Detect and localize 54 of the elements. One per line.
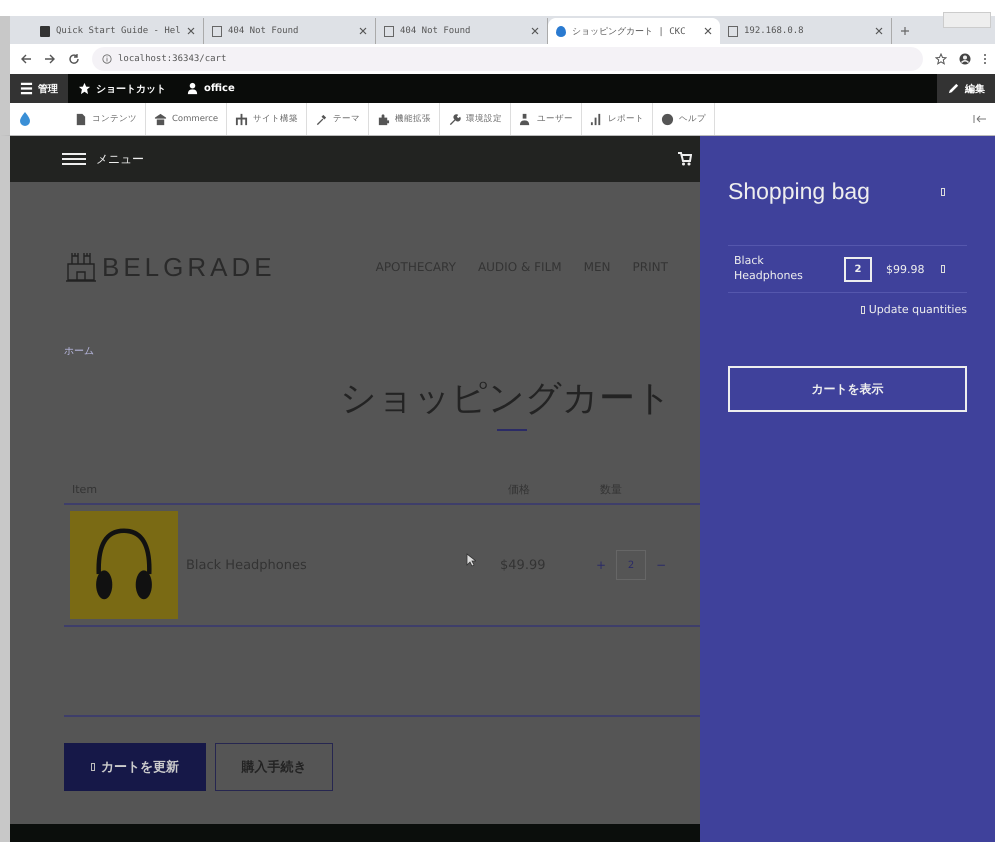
store-icon	[154, 112, 167, 126]
admin-menu-item[interactable]: ヘルプ	[653, 103, 716, 135]
mouse-cursor-icon	[466, 553, 476, 567]
star-icon	[78, 82, 91, 95]
address-bar[interactable]: localhost:36343/cart	[92, 47, 923, 71]
brush-icon	[315, 112, 328, 126]
toolbar-item[interactable]: office	[176, 74, 245, 103]
menu-button[interactable]: メニュー	[62, 150, 144, 168]
missing-glyph-icon	[91, 763, 95, 771]
update-quantities-link[interactable]: Update quantities	[860, 303, 967, 316]
forward-icon[interactable]	[44, 53, 56, 65]
menu-icon	[20, 82, 33, 95]
pencil-icon	[947, 82, 960, 95]
breadcrumb-link[interactable]: ホーム	[64, 344, 700, 358]
admin-menu-item[interactable]: Commerce	[146, 103, 228, 135]
cart-action-button[interactable]: カートを更新	[64, 743, 206, 791]
collapse-icon[interactable]	[973, 114, 987, 124]
star-icon[interactable]	[935, 53, 947, 65]
edit-button[interactable]: 編集	[937, 74, 995, 103]
reload-icon[interactable]	[68, 53, 80, 65]
cart-icon[interactable]	[678, 152, 692, 166]
more-icon[interactable]	[983, 53, 987, 65]
account-icon[interactable]	[959, 53, 971, 65]
view-cart-button[interactable]: カートを表示	[728, 366, 967, 412]
document-icon	[74, 112, 87, 126]
page-icon	[384, 26, 394, 36]
page-icon	[40, 26, 50, 36]
bag-item-name: Black Headphones	[734, 254, 804, 284]
admin-menu-item[interactable]: ユーザー	[511, 103, 582, 135]
new-tab-icon[interactable]	[900, 26, 910, 36]
drop-icon	[556, 26, 566, 36]
browser-tab[interactable]: ショッピングカート | CKC	[548, 18, 720, 44]
admin-menu-item[interactable]: コンテンツ	[66, 103, 146, 135]
wrench-icon	[448, 112, 462, 126]
bag-item-price: $99.98	[886, 262, 924, 276]
drop-logo-icon[interactable]	[18, 111, 32, 127]
sitemap-icon	[235, 112, 248, 126]
page-icon	[212, 26, 222, 36]
admin-menu-item[interactable]: 機能拡張	[369, 103, 440, 135]
quantity-field[interactable]: 2	[844, 256, 872, 282]
admin-menu-item[interactable]: サイト構築	[227, 103, 308, 135]
castle-logo-icon	[64, 250, 98, 284]
missing-glyph-icon	[860, 306, 865, 314]
admin-menu-item[interactable]: テーマ	[307, 103, 370, 135]
admin-menu-item[interactable]: レポート	[582, 103, 654, 135]
puzzle-icon	[377, 112, 390, 126]
page-icon	[728, 26, 738, 36]
toolbar-item[interactable]: 管理	[10, 74, 68, 103]
back-icon[interactable]	[20, 53, 32, 65]
admin-menu-item[interactable]: 環境設定	[440, 103, 512, 135]
toolbar-item[interactable]: ショートカット	[68, 74, 176, 103]
menu-icon	[62, 153, 86, 165]
drawer-title: Shopping bag	[728, 178, 870, 205]
user-icon	[186, 82, 199, 95]
